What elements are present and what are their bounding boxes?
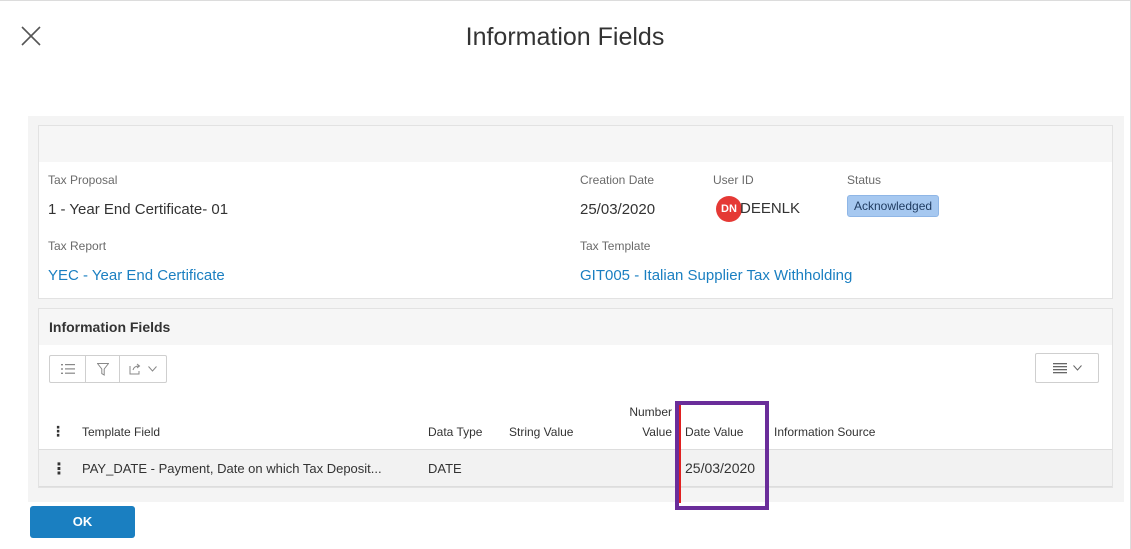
dialog-title: Information Fields [465, 23, 665, 51]
user-id-label: User ID [713, 173, 754, 187]
column-data-type[interactable]: Data Type [428, 425, 482, 439]
filter-icon[interactable] [86, 356, 120, 382]
cell-template-field: PAY_DATE - Payment, Date on which Tax De… [82, 461, 382, 476]
information-fields-dialog: Information Fields Tax Proposal 1 - Year… [0, 0, 1131, 549]
view-settings-button[interactable] [1035, 353, 1099, 383]
status-badge: Acknowledged [847, 195, 940, 217]
table-title: Information Fields [49, 319, 171, 335]
view-lines-icon [1052, 363, 1067, 374]
row-options-icon[interactable]: ⋮ [51, 459, 67, 479]
information-fields-table: Information Fields ⋮ Template Field Data… [38, 308, 1113, 488]
avatar: DN [716, 196, 742, 222]
ok-button[interactable]: OK [30, 506, 135, 538]
column-string-value[interactable]: String Value [509, 425, 573, 439]
user-id-value: DEENLK [740, 200, 801, 217]
list-icon[interactable] [50, 356, 86, 382]
column-number-value-line1[interactable]: Number [615, 405, 672, 419]
table-header-bar: Information Fields [39, 309, 1112, 345]
export-icon[interactable] [120, 356, 166, 382]
table-row[interactable]: ⋮ PAY_DATE - Payment, Date on which Tax … [39, 449, 1112, 487]
column-template-field[interactable]: Template Field [82, 425, 160, 439]
tax-report-link[interactable]: YEC - Year End Certificate [48, 267, 225, 284]
chevron-down-icon [1072, 365, 1082, 371]
header-strip [39, 126, 1112, 162]
column-number-value-line2[interactable]: Value [615, 425, 672, 439]
column-options-icon[interactable]: ⋮ [51, 423, 65, 440]
header-card: Tax Proposal 1 - Year End Certificate- 0… [38, 125, 1113, 299]
tax-proposal-value: 1 - Year End Certificate- 01 [48, 201, 229, 218]
tax-template-link[interactable]: GIT005 - Italian Supplier Tax Withholdin… [580, 267, 852, 284]
table-toolbar [49, 355, 167, 383]
cell-data-type: DATE [428, 461, 462, 476]
tax-template-label: Tax Template [580, 239, 651, 253]
tax-report-label: Tax Report [48, 239, 107, 253]
highlight-box [675, 401, 769, 510]
chevron-down-icon [148, 366, 157, 372]
status-label: Status [847, 173, 882, 187]
creation-date-value: 25/03/2020 [580, 201, 656, 218]
tax-proposal-label: Tax Proposal [48, 173, 118, 187]
creation-date-label: Creation Date [580, 173, 655, 187]
column-information-source[interactable]: Information Source [774, 425, 875, 439]
